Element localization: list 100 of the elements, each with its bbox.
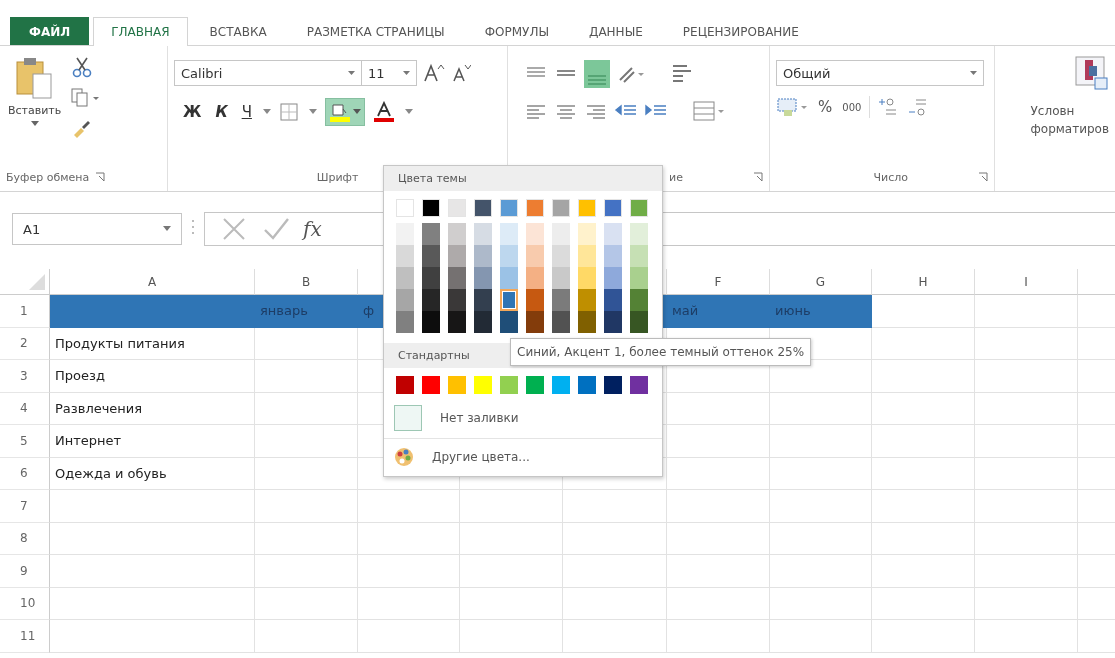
more-colors-item[interactable]: Другие цвета... <box>384 438 662 470</box>
dialog-launcher-icon[interactable] <box>753 172 763 182</box>
color-swatch[interactable] <box>474 376 492 394</box>
row-header[interactable]: 8 <box>0 522 50 555</box>
row-header[interactable]: 5 <box>0 425 50 458</box>
number-format-field[interactable]: Общий <box>776 60 984 86</box>
color-swatch[interactable] <box>552 376 570 394</box>
color-swatch[interactable] <box>422 267 440 289</box>
color-swatch[interactable] <box>604 223 622 245</box>
color-swatch[interactable] <box>396 311 414 333</box>
color-swatch[interactable] <box>474 311 492 333</box>
color-swatch[interactable] <box>448 267 466 289</box>
conditional-formatting-button[interactable]: Условн форматиров <box>1030 52 1109 138</box>
color-swatch[interactable] <box>422 223 440 245</box>
color-swatch[interactable] <box>474 245 492 267</box>
color-swatch[interactable] <box>526 267 544 289</box>
color-swatch[interactable] <box>578 245 596 267</box>
color-swatch[interactable] <box>500 376 518 394</box>
color-swatch[interactable] <box>578 223 596 245</box>
fill-color-button[interactable] <box>324 98 365 126</box>
color-swatch[interactable] <box>448 311 466 333</box>
underline-button[interactable]: Ч <box>238 103 255 121</box>
color-swatch[interactable] <box>630 376 648 394</box>
ribbon-tab[interactable]: ГЛАВНАЯ <box>93 17 188 46</box>
color-swatch[interactable] <box>604 311 622 333</box>
column-header[interactable]: B <box>255 269 358 295</box>
color-swatch[interactable] <box>578 376 596 394</box>
wrap-text-icon[interactable] <box>670 63 694 85</box>
dialog-launcher-icon[interactable] <box>978 172 988 182</box>
grow-font-icon[interactable] <box>423 63 445 83</box>
color-swatch[interactable] <box>396 223 414 245</box>
column-header[interactable]: A <box>50 269 255 295</box>
merge-cells-icon[interactable] <box>692 100 726 122</box>
color-swatch[interactable] <box>526 245 544 267</box>
column-header[interactable]: I <box>975 269 1078 295</box>
percent-button[interactable]: % <box>816 98 835 116</box>
color-swatch[interactable] <box>474 267 492 289</box>
column-header[interactable]: F <box>667 269 770 295</box>
color-swatch[interactable] <box>526 223 544 245</box>
color-swatch[interactable] <box>552 223 570 245</box>
color-swatch[interactable] <box>604 289 622 311</box>
color-swatch[interactable] <box>448 289 466 311</box>
color-swatch[interactable] <box>500 245 518 267</box>
color-swatch[interactable] <box>396 267 414 289</box>
shrink-font-icon[interactable] <box>451 63 471 83</box>
color-swatch[interactable] <box>422 311 440 333</box>
italic-button[interactable]: К <box>212 103 231 121</box>
color-swatch[interactable] <box>552 311 570 333</box>
color-swatch[interactable] <box>604 376 622 394</box>
color-swatch[interactable] <box>578 267 596 289</box>
copy-icon[interactable] <box>71 88 102 108</box>
color-swatch[interactable] <box>526 311 544 333</box>
color-swatch[interactable] <box>500 311 518 333</box>
color-swatch[interactable] <box>552 289 570 311</box>
color-swatch[interactable] <box>630 267 648 289</box>
color-swatch[interactable] <box>552 245 570 267</box>
color-swatch[interactable] <box>396 245 414 267</box>
column-header[interactable]: H <box>872 269 975 295</box>
color-swatch[interactable] <box>474 289 492 311</box>
thousands-button[interactable]: 000 <box>840 101 864 113</box>
color-swatch[interactable] <box>604 267 622 289</box>
scissors-icon[interactable] <box>71 56 94 78</box>
borders-icon[interactable] <box>278 102 301 122</box>
select-all-icon[interactable] <box>29 274 45 290</box>
color-swatch[interactable] <box>500 289 518 311</box>
color-swatch[interactable] <box>630 311 648 333</box>
color-swatch[interactable] <box>578 311 596 333</box>
align-bottom-icon[interactable] <box>584 60 610 88</box>
paste-button[interactable]: Вставить <box>6 52 64 167</box>
color-swatch[interactable] <box>526 376 544 394</box>
row-header[interactable]: 9 <box>0 555 50 588</box>
color-swatch[interactable] <box>396 376 414 394</box>
row-header[interactable]: 4 <box>0 392 50 425</box>
color-swatch[interactable] <box>500 267 518 289</box>
row-header[interactable]: 10 <box>0 587 50 620</box>
bold-button[interactable]: Ж <box>180 103 205 121</box>
no-fill-item[interactable]: Нет заливки <box>384 402 662 434</box>
color-swatch[interactable] <box>422 289 440 311</box>
color-swatch[interactable] <box>630 289 648 311</box>
name-box[interactable]: A1 <box>12 213 182 245</box>
font-size-field[interactable]: 11 <box>361 60 417 86</box>
currency-format-icon[interactable] <box>776 96 810 118</box>
color-swatch[interactable] <box>630 245 648 267</box>
row-header[interactable]: 7 <box>0 490 50 523</box>
color-swatch[interactable] <box>630 223 648 245</box>
row-header[interactable]: 11 <box>0 620 50 653</box>
color-swatch[interactable] <box>604 245 622 267</box>
color-swatch[interactable] <box>500 223 518 245</box>
color-swatch[interactable] <box>552 267 570 289</box>
color-swatch[interactable] <box>526 289 544 311</box>
color-swatch[interactable] <box>396 289 414 311</box>
color-swatch[interactable] <box>422 245 440 267</box>
row-header[interactable]: 3 <box>0 360 50 393</box>
color-swatch[interactable] <box>422 376 440 394</box>
font-color-icon[interactable] <box>372 101 397 123</box>
color-swatch[interactable] <box>448 245 466 267</box>
row-header[interactable]: 6 <box>0 457 50 490</box>
insert-function-button[interactable]: fx <box>303 217 322 241</box>
color-swatch[interactable] <box>578 289 596 311</box>
color-swatch[interactable] <box>448 223 466 245</box>
